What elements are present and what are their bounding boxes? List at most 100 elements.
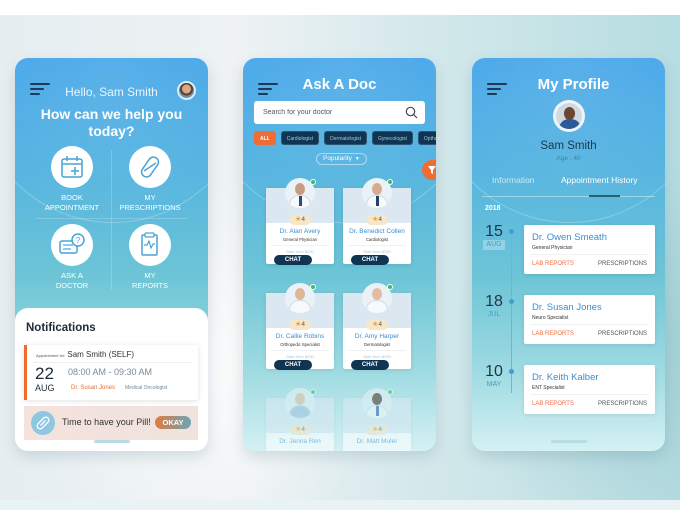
doctor-card[interactable]: ★4 Dr. Matt Muler xyxy=(343,388,411,451)
divider xyxy=(530,394,649,395)
chat-button[interactable]: CHAT xyxy=(351,360,389,370)
okay-button[interactable]: OKAY xyxy=(155,416,191,429)
rating-value: 4 xyxy=(378,426,382,433)
home-indicator xyxy=(93,440,130,443)
timeline-dot xyxy=(509,229,514,234)
appointment-day: 22 xyxy=(35,364,54,383)
lab-reports-link[interactable]: LAB REPORTS xyxy=(532,261,574,267)
chat-button[interactable]: CHAT xyxy=(274,360,312,370)
filter-button[interactable] xyxy=(422,160,436,180)
lab-reports-link[interactable]: LAB REPORTS xyxy=(532,401,574,407)
history-date: 15 AUG xyxy=(483,224,505,250)
rating-badge: ★4 xyxy=(289,320,311,330)
home-screen: Hello, Sam Smith How can we help you tod… xyxy=(15,58,208,451)
history-specialty: Neuro Specialist xyxy=(532,315,569,321)
timeline-dot xyxy=(509,299,514,304)
online-status-icon xyxy=(387,179,393,185)
doctor-price: Start from $200 xyxy=(363,354,391,359)
divider xyxy=(348,245,406,246)
history-month: MAY xyxy=(486,381,502,388)
history-day: 18 xyxy=(485,293,503,310)
my-prescriptions-button[interactable]: MY PRESCRIPTIONS xyxy=(105,146,195,213)
doctor-card[interactable]: ★4 Dr. Benedict Collen Cardiologist Star… xyxy=(343,178,411,264)
divider xyxy=(530,324,649,325)
profile-name: Sam Smith xyxy=(540,140,597,152)
report-clipboard-icon xyxy=(129,224,171,266)
profile-age: Age : 40 xyxy=(556,155,581,162)
notifications-title: Notifications xyxy=(26,322,96,334)
user-avatar[interactable] xyxy=(177,81,196,100)
divider xyxy=(33,362,192,363)
doctor-price: Start from $200 xyxy=(363,249,391,254)
doctor-price: Start from $200 xyxy=(286,249,314,254)
history-card[interactable]: Dr. Owen Smeath General Physician LAB RE… xyxy=(524,225,655,274)
appointment-notification-card[interactable]: Appointment for: Sam Smith (SELF) 22 AUG … xyxy=(24,345,198,400)
doctor-specialty: Dermatologist xyxy=(364,342,390,347)
filter-funnel-icon xyxy=(428,166,436,174)
rating-badge: ★4 xyxy=(289,425,311,435)
chat-button[interactable]: CHAT xyxy=(351,255,389,265)
tab-information[interactable]: Information xyxy=(492,175,535,185)
online-status-icon xyxy=(310,284,316,290)
online-status-icon xyxy=(310,179,316,185)
doctor-card[interactable]: ★4 Dr. Jenna Ren xyxy=(266,388,334,451)
rating-value: 4 xyxy=(378,321,382,328)
online-status-icon xyxy=(387,389,393,395)
year-label: 2018 xyxy=(485,205,501,212)
history-month: AUG xyxy=(483,240,505,250)
history-specialty: ENT Specialist xyxy=(532,385,565,391)
pill-reminder-card: Time to have your Pill! OKAY xyxy=(24,406,198,440)
doctor-name[interactable]: Dr. Alan Avery xyxy=(266,228,334,235)
doctor-price: Start from $200 xyxy=(286,354,314,359)
chip-dermatologist[interactable]: Dermatologist xyxy=(324,131,367,145)
chip-opthalmologist[interactable]: Opthalmologist xyxy=(417,131,436,145)
prescriptions-link[interactable]: PRESCRIPTIONS xyxy=(598,331,647,337)
rating-value: 4 xyxy=(301,426,305,433)
pill-reminder-text: Time to have your Pill! xyxy=(62,417,151,427)
doctor-card[interactable]: ★4 Dr. Callie Robins Orthopedic Speciali… xyxy=(266,283,334,369)
doctor-search-input[interactable] xyxy=(254,101,425,124)
appointment-time: 08:00 AM - 09:30 AM xyxy=(68,367,153,377)
book-appointment-button[interactable]: BOOK APPOINTMENT xyxy=(27,146,117,213)
history-card[interactable]: Dr. Keith Kalber ENT Specialist LAB REPO… xyxy=(524,365,655,414)
my-reports-button[interactable]: MY REPORTS xyxy=(105,224,195,291)
doctor-name[interactable]: Dr. Benedict Collen xyxy=(343,228,411,235)
prescriptions-link[interactable]: PRESCRIPTIONS xyxy=(598,261,647,267)
ask-doc-screen: Ask A Doc ALL Cardiologist Dermatologist… xyxy=(243,58,436,451)
chat-button[interactable]: CHAT xyxy=(274,255,312,265)
doctor-name[interactable]: Dr. Callie Robins xyxy=(266,333,334,340)
bottom-strip xyxy=(0,500,680,510)
lab-reports-link[interactable]: LAB REPORTS xyxy=(532,331,574,337)
doctor-name[interactable]: Dr. Amy Harper xyxy=(343,333,411,340)
doctor-search-box xyxy=(254,101,425,124)
notifications-panel: Notifications Appointment for: Sam Smith … xyxy=(15,308,208,451)
divider xyxy=(271,350,329,351)
prescriptions-link[interactable]: PRESCRIPTIONS xyxy=(598,401,647,407)
history-specialty: General Physician xyxy=(532,245,573,251)
chip-cardiologist[interactable]: Cardiologist xyxy=(280,131,320,145)
doctor-specialty: Cardiologist xyxy=(365,237,389,242)
search-icon[interactable] xyxy=(405,106,418,119)
doctor-name[interactable]: Dr. Matt Muler xyxy=(343,438,411,445)
doctor-card[interactable]: ★4 Dr. Alan Avery General Physician Star… xyxy=(266,178,334,264)
history-doctor: Dr. Owen Smeath xyxy=(532,232,607,243)
chip-gynecologist[interactable]: Gynecologist xyxy=(372,131,413,145)
rating-value: 4 xyxy=(301,321,305,328)
action-label-line2: PRESCRIPTIONS xyxy=(119,203,181,212)
page-title: Ask A Doc xyxy=(302,76,377,93)
svg-text:?: ? xyxy=(76,236,81,245)
action-label-line1: BOOK xyxy=(61,193,83,202)
doctor-card[interactable]: ★4 Dr. Amy Harper Dermatologist Start fr… xyxy=(343,283,411,369)
action-label-line1: MY xyxy=(144,193,156,202)
appointment-month: AUG xyxy=(35,383,55,393)
profile-avatar[interactable] xyxy=(552,100,585,132)
sort-dropdown[interactable]: Popularity ▼ xyxy=(316,153,367,165)
divider xyxy=(530,254,649,255)
history-card[interactable]: Dr. Susan Jones Neuro Specialist LAB REP… xyxy=(524,295,655,344)
chip-all[interactable]: ALL xyxy=(254,131,276,145)
doctor-name[interactable]: Dr. Jenna Ren xyxy=(266,438,334,445)
chat-question-icon: ? xyxy=(51,224,93,266)
history-month: JUL xyxy=(487,311,501,318)
tab-appointment-history[interactable]: Appointment History xyxy=(561,175,638,185)
ask-a-doctor-button[interactable]: ? ASK A DOCTOR xyxy=(27,224,117,291)
